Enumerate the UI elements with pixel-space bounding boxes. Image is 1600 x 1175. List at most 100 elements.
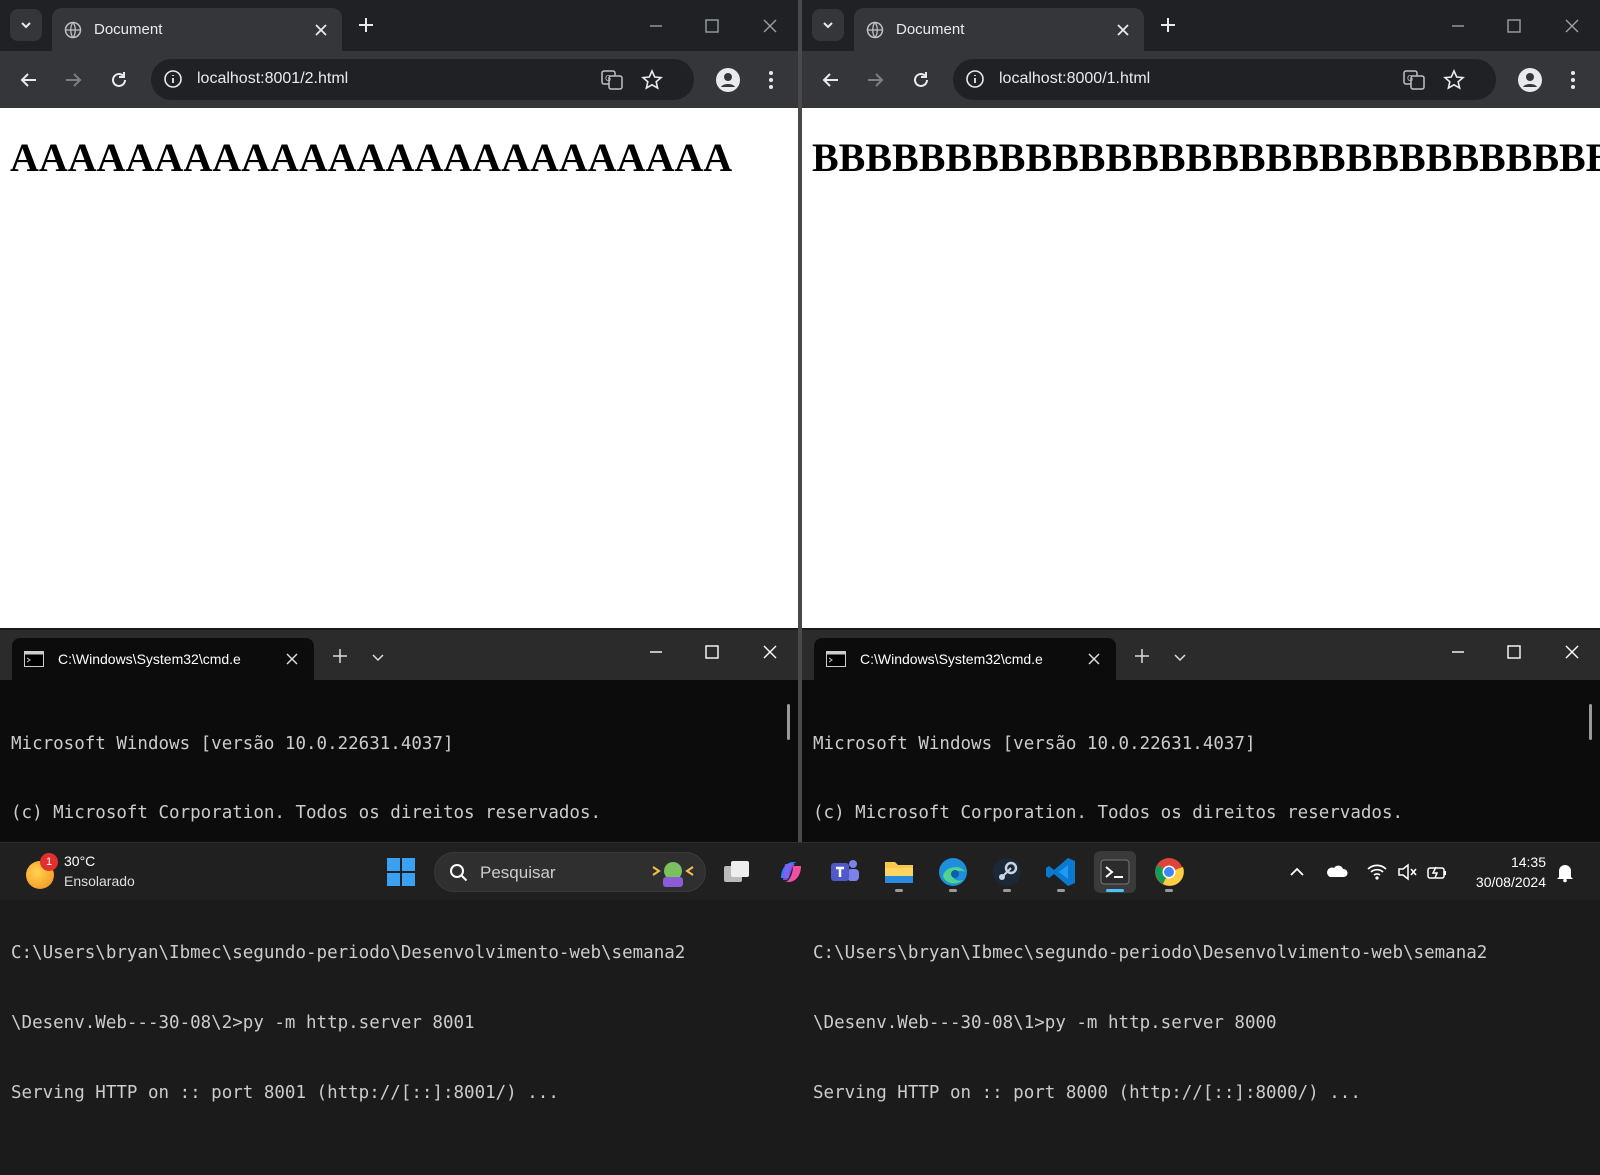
tab-search-dropdown-button[interactable] <box>10 9 42 41</box>
start-button[interactable] <box>380 851 422 893</box>
vscode-button[interactable] <box>1040 851 1082 893</box>
notification-badge: 1 <box>40 853 58 871</box>
search-icon <box>450 864 468 882</box>
chevron-down-icon[interactable] <box>1172 649 1188 665</box>
file-explorer-button[interactable] <box>878 851 920 893</box>
close-window-icon[interactable] <box>760 642 780 662</box>
teams-icon <box>831 860 859 881</box>
search-highlight-icon <box>652 862 694 887</box>
translate-icon[interactable]: G <box>1403 69 1425 91</box>
system-clock[interactable]: 14:35 30/08/2024 <box>1476 852 1546 892</box>
cmd-icon <box>826 651 846 667</box>
bookmark-star-icon[interactable] <box>1443 69 1465 91</box>
new-tab-icon[interactable] <box>355 14 377 36</box>
browser-tab[interactable]: Document <box>854 8 1144 51</box>
minimize-icon[interactable] <box>646 16 666 36</box>
translate-icon[interactable]: G <box>601 69 623 91</box>
onedrive-cloud-icon[interactable] <box>1326 861 1348 883</box>
profile-avatar-icon[interactable] <box>1517 67 1543 93</box>
close-window-icon[interactable] <box>1562 642 1582 662</box>
site-info-icon[interactable] <box>965 69 985 89</box>
weather-description: Ensolarado <box>64 873 135 889</box>
maximize-icon[interactable] <box>1504 642 1524 662</box>
terminal-button[interactable] <box>1094 851 1136 893</box>
clock-date: 30/08/2024 <box>1475 874 1546 890</box>
teams-button[interactable] <box>824 851 866 893</box>
notification-bell-icon[interactable] <box>1554 861 1576 883</box>
left-terminal-window: C:\Windows\System32\cmd.e Microsoft Wind… <box>0 630 798 1103</box>
active-indicator <box>1106 889 1124 892</box>
maximize-icon[interactable] <box>702 16 722 36</box>
terminal-scrollbar[interactable] <box>1589 704 1592 740</box>
site-info-icon[interactable] <box>163 69 183 89</box>
right-terminal-window: C:\Windows\System32\cmd.e Microsoft Wind… <box>802 630 1600 1103</box>
speaker-muted-icon[interactable] <box>1396 861 1418 883</box>
chrome-button[interactable] <box>1148 851 1190 893</box>
new-terminal-tab-icon[interactable] <box>1134 648 1150 664</box>
bookmark-star-icon[interactable] <box>641 69 663 91</box>
more-options-icon[interactable] <box>1562 69 1584 91</box>
new-tab-icon[interactable] <box>1157 14 1179 36</box>
maximize-icon[interactable] <box>1504 16 1524 36</box>
terminal-tab-title: C:\Windows\System32\cmd.e <box>860 651 1043 667</box>
close-window-icon[interactable] <box>1562 16 1582 36</box>
chevron-down-icon[interactable] <box>370 649 386 665</box>
copilot-icon <box>781 862 801 882</box>
task-view-button[interactable] <box>716 851 758 893</box>
browser-toolbar: localhost:8001/2.html G <box>0 51 798 108</box>
close-tab-icon[interactable] <box>1114 21 1132 39</box>
terminal-line: Serving HTTP on :: port 8000 (http://[::… <box>813 1083 1361 1104</box>
folder-icon <box>885 862 913 883</box>
minimize-icon[interactable] <box>1448 16 1468 36</box>
vscode-icon <box>1046 858 1075 886</box>
url-text: localhost:8000/1.html <box>999 70 1151 87</box>
svg-text:G: G <box>605 74 611 83</box>
address-bar[interactable]: localhost:8000/1.html G <box>953 59 1496 100</box>
edge-icon <box>939 858 967 886</box>
tab-search-dropdown-button[interactable] <box>812 9 844 41</box>
weather-widget[interactable]: 1 30°C Ensolarado <box>24 851 154 893</box>
terminal-tab-strip: C:\Windows\System32\cmd.e <box>0 630 798 680</box>
taskbar-search[interactable]: Pesquisar <box>434 852 706 892</box>
terminal-line: (c) Microsoft Corporation. Todos os dire… <box>813 803 1404 824</box>
terminal-output[interactable]: Microsoft Windows [versão 10.0.22631.403… <box>802 680 1600 1103</box>
steam-button[interactable] <box>986 851 1028 893</box>
terminal-output[interactable]: Microsoft Windows [versão 10.0.22631.403… <box>0 680 798 1103</box>
more-options-icon[interactable] <box>760 69 782 91</box>
back-arrow-icon[interactable] <box>820 69 842 91</box>
copilot-button[interactable] <box>770 851 812 893</box>
reload-icon[interactable] <box>910 69 932 91</box>
cmd-icon <box>24 651 44 667</box>
minimize-icon[interactable] <box>646 642 666 662</box>
running-indicator <box>1165 889 1173 892</box>
terminal-tab[interactable]: C:\Windows\System32\cmd.e <box>12 638 314 680</box>
terminal-line: \Desenv.Web---30-08\1>py -m http.server … <box>813 1013 1277 1034</box>
terminal-tab[interactable]: C:\Windows\System32\cmd.e <box>814 638 1116 680</box>
profile-avatar-icon[interactable] <box>715 67 741 93</box>
close-tab-icon[interactable] <box>312 21 330 39</box>
new-terminal-tab-icon[interactable] <box>332 648 348 664</box>
close-tab-icon[interactable] <box>284 651 300 667</box>
chevron-down-icon <box>21 22 31 29</box>
close-tab-icon[interactable] <box>1086 651 1102 667</box>
browser-tab-strip: Document <box>0 0 798 51</box>
maximize-icon[interactable] <box>702 642 722 662</box>
forward-arrow-icon[interactable] <box>62 69 84 91</box>
close-window-icon[interactable] <box>760 16 780 36</box>
terminal-line: (c) Microsoft Corporation. Todos os dire… <box>11 803 602 824</box>
battery-charging-icon[interactable] <box>1426 861 1448 883</box>
wifi-icon[interactable] <box>1366 861 1388 883</box>
terminal-scrollbar[interactable] <box>787 704 790 740</box>
browser-tab[interactable]: Document <box>52 8 342 51</box>
address-bar[interactable]: localhost:8001/2.html G <box>151 59 694 100</box>
minimize-icon[interactable] <box>1448 642 1468 662</box>
terminal-icon <box>1100 859 1130 885</box>
chevron-down-icon <box>823 22 833 29</box>
terminal-line: \Desenv.Web---30-08\2>py -m http.server … <box>11 1013 475 1034</box>
edge-button[interactable] <box>932 851 974 893</box>
back-arrow-icon[interactable] <box>18 69 40 91</box>
chevron-up-icon[interactable] <box>1286 861 1308 883</box>
reload-icon[interactable] <box>108 69 130 91</box>
weather-temperature: 30°C <box>64 853 96 869</box>
forward-arrow-icon[interactable] <box>864 69 886 91</box>
